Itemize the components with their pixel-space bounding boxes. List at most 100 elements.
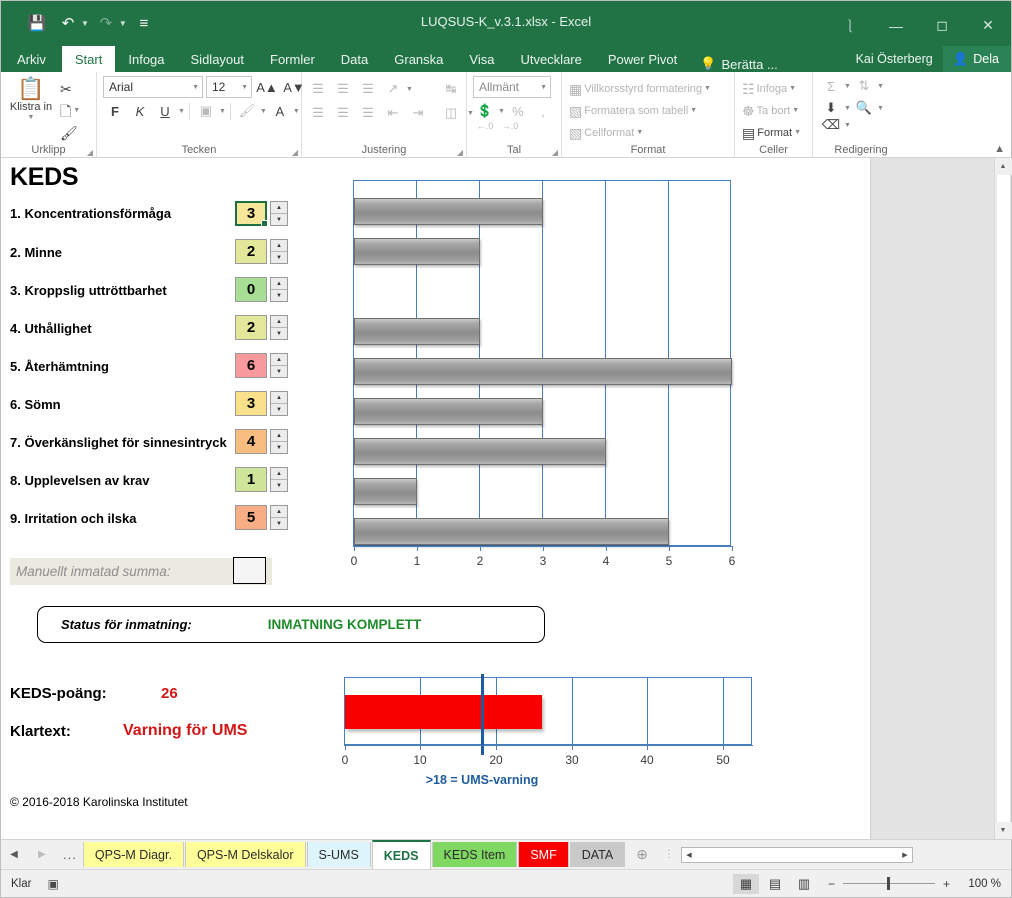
sheet-tab-s-ums[interactable]: S-UMS [306,842,371,867]
sheet-next-icon[interactable]: ▶ [35,849,49,860]
format-as-table-button[interactable]: ▧ Formatera som tabell ▼ [566,100,714,121]
spin-up-icon-1[interactable]: ▲ [271,202,287,214]
ribbon-tab-power-pivot[interactable]: Power Pivot [595,46,690,72]
account-name[interactable]: Kai Österberg [846,52,943,66]
clipboard-dialog-launcher[interactable]: ◢ [87,148,93,157]
copy-button[interactable]: 🗋 ▼ [57,100,83,121]
autosum-icon[interactable]: Σ [819,75,843,97]
scroll-up-icon[interactable]: ▲ [994,158,1012,175]
keds-items-bar-chart[interactable]: 0 1 2 3 4 5 6 [341,176,749,576]
sheet-tab-keds-item[interactable]: KEDS Item [431,842,518,867]
spin-up-icon-8[interactable]: ▲ [271,468,287,480]
find-icon[interactable]: 🔍 [852,97,876,119]
keds-item-value-4[interactable]: 2 [235,315,267,340]
spin-down-icon-1[interactable]: ▼ [271,214,287,225]
zoom-slider-track[interactable] [843,877,935,890]
wrap-text-icon[interactable]: ↹ [436,78,466,100]
sheet-tab-data[interactable]: DATA [569,842,626,867]
tab-split-handle[interactable]: ⋮ [658,849,681,860]
spin-down-icon-6[interactable]: ▼ [271,404,287,415]
font-color-dropdown-icon[interactable]: ▼ [293,108,300,115]
collapse-ribbon-chevron-up-icon[interactable]: ▲ [994,143,1005,155]
add-sheet-icon[interactable]: ⊕ [626,846,658,863]
fill-color-icon[interactable]: 🖌 [235,100,259,122]
page-break-view-icon[interactable]: ▥ [791,874,817,894]
zoom-slider[interactable]: − + [826,877,952,891]
conditional-formatting-dropdown-icon[interactable]: ▼ [704,85,711,92]
spin-down-icon-8[interactable]: ▼ [271,480,287,491]
spin-down-icon-5[interactable]: ▼ [271,366,287,377]
align-right-icon[interactable]: ☰ [356,102,380,124]
zoom-slider-thumb[interactable] [887,877,890,890]
keds-item-value-3[interactable]: 0 [235,277,267,302]
keds-item-value-2[interactable]: 2 [235,239,267,264]
increase-indent-icon[interactable]: ⇥ [406,102,430,124]
ribbon-tab-data[interactable]: Data [328,46,381,72]
ribbon-tab-utvecklare[interactable]: Utvecklare [507,46,594,72]
spin-down-icon-3[interactable]: ▼ [271,290,287,301]
keds-spin-control-3[interactable]: ▲ ▼ [270,277,288,302]
sort-filter-icon[interactable]: ⇅ [852,75,876,97]
accounting-dropdown-icon[interactable]: ▼ [498,108,505,115]
borders-dropdown-icon[interactable]: ▼ [219,108,226,115]
keds-spin-control-2[interactable]: ▲ ▼ [270,239,288,264]
delete-cells-dropdown-icon[interactable]: ▼ [792,107,799,114]
ribbon-tab-arkiv[interactable]: Arkiv [1,46,62,72]
autosum-dropdown-icon[interactable]: ▼ [844,83,851,90]
copy-dropdown-icon[interactable]: ▼ [73,107,80,114]
format-cells-button[interactable]: ▤ Format ▼ [739,122,804,143]
sheet-more-icon[interactable]: ... [63,847,77,862]
ribbon-display-icon[interactable]: ⎱ [827,10,873,42]
fill-dropdown-icon[interactable]: ▼ [844,105,851,112]
hscroll-left-icon[interactable]: ◀ [682,851,696,859]
record-macro-icon[interactable]: ▣ [47,877,58,891]
orientation-icon[interactable]: ↗ [381,78,405,100]
keds-spin-control-7[interactable]: ▲ ▼ [270,429,288,454]
cut-button[interactable]: ✂ [57,78,83,99]
keds-spin-control-5[interactable]: ▲ ▼ [270,353,288,378]
spin-down-icon-2[interactable]: ▼ [271,252,287,263]
increase-decimal-icon[interactable]: ←.0 [473,115,497,137]
tell-me-box[interactable]: 💡 Berätta ... [690,56,788,72]
underline-dropdown-icon[interactable]: ▼ [178,108,185,115]
ribbon-tab-infoga[interactable]: Infoga [115,46,177,72]
number-dialog-launcher[interactable]: ◢ [552,148,558,157]
paste-dropdown-icon[interactable]: ▼ [28,114,35,121]
sheet-tab-smf[interactable]: SMF [518,842,569,867]
spin-up-icon-5[interactable]: ▲ [271,354,287,366]
worksheet-canvas[interactable]: KEDS 1. Koncentrationsförmåga 3 ▲ ▼ 2. M… [1,158,871,839]
sheet-tab-qps-m-diagr[interactable]: QPS-M Diagr. [82,842,184,867]
zoom-in-icon[interactable]: + [941,877,952,891]
close-icon[interactable]: ✕ [965,10,1011,42]
clear-dropdown-icon[interactable]: ▼ [844,122,851,129]
comma-format-icon[interactable]: , [531,100,555,122]
align-top-icon[interactable]: ☰ [306,78,330,100]
keds-item-value-5[interactable]: 6 [235,353,267,378]
format-as-table-dropdown-icon[interactable]: ▼ [690,107,697,114]
align-middle-icon[interactable]: ☰ [331,78,355,100]
orientation-dropdown-icon[interactable]: ▼ [406,86,413,93]
italic-button[interactable]: K [128,100,152,122]
keds-spin-control-8[interactable]: ▲ ▼ [270,467,288,492]
scroll-down-icon[interactable]: ▼ [994,822,1012,839]
find-dropdown-icon[interactable]: ▼ [877,105,884,112]
ribbon-tab-visa[interactable]: Visa [456,46,507,72]
spin-down-icon-4[interactable]: ▼ [271,328,287,339]
align-bottom-icon[interactable]: ☰ [356,78,380,100]
spin-down-icon-9[interactable]: ▼ [271,518,287,529]
spin-up-icon-2[interactable]: ▲ [271,240,287,252]
align-center-icon[interactable]: ☰ [331,102,355,124]
page-layout-view-icon[interactable]: ▤ [762,874,788,894]
ribbon-tab-granska[interactable]: Granska [381,46,456,72]
sheet-prev-icon[interactable]: ◀ [7,849,21,860]
ribbon-tab-sidlayout[interactable]: Sidlayout [178,46,257,72]
spin-up-icon-7[interactable]: ▲ [271,430,287,442]
ribbon-tab-formler[interactable]: Formler [257,46,328,72]
decrease-decimal-icon[interactable]: →.0 [498,115,522,137]
spin-up-icon-4[interactable]: ▲ [271,316,287,328]
keds-item-value-6[interactable]: 3 [235,391,267,416]
zoom-level-label[interactable]: 100 % [961,878,1001,890]
sheet-tab-keds[interactable]: KEDS [371,840,431,869]
maximize-icon[interactable]: ◻ [919,10,965,42]
alignment-dialog-launcher[interactable]: ◢ [457,148,463,157]
